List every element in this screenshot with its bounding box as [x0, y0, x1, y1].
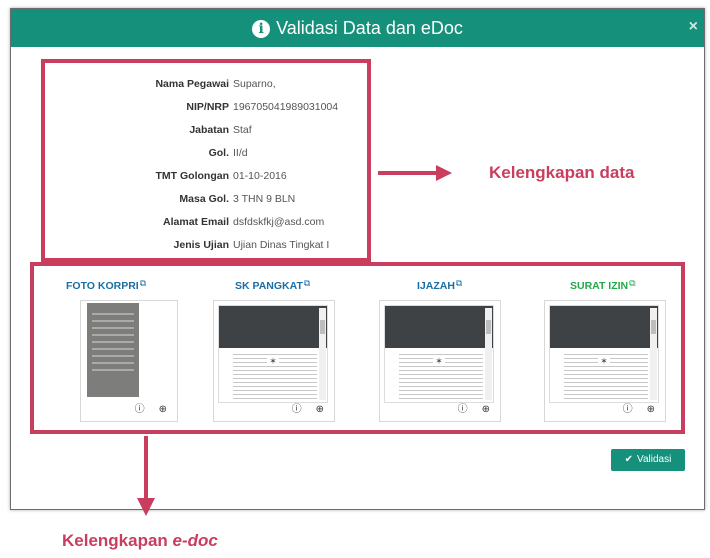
doc-actions: ⓘ ⊕: [444, 400, 490, 415]
field-value: Ujian Dinas Tingkat I: [233, 239, 330, 251]
field-value: 196705041989031004: [233, 101, 339, 113]
annotation-kelengkapan-data: Kelengkapan data: [489, 163, 635, 182]
field-label: Alamat Email: [163, 216, 229, 228]
doc-card-foto-korpri[interactable]: ⓘ ⊕: [80, 300, 178, 422]
field-value: 01-10-2016: [233, 170, 287, 182]
field-jenis-ujian: Jenis Ujian Ujian Dinas Tingkat I: [45, 239, 367, 255]
doc-actions: ⓘ ⊕: [121, 400, 167, 415]
doc-title-text: FOTO KORPRI: [66, 280, 139, 292]
modal-title: i Validasi Data dan eDoc: [11, 18, 704, 39]
info-icon: i: [252, 20, 271, 38]
field-value: Staf: [233, 124, 252, 136]
field-masa-gol: Masa Gol. 3 THN 9 BLN: [45, 193, 367, 209]
field-value: II/d: [233, 147, 248, 159]
annotation-edoc-prefix: Kelengkapan: [62, 531, 168, 550]
annotation-edoc-em: e-doc: [172, 531, 218, 550]
doc-title-text: SURAT IZIN: [570, 280, 629, 292]
arrow-down-head: [137, 498, 155, 516]
modal-title-text: Validasi Data dan eDoc: [276, 18, 463, 38]
annotation-kelengkapan-edoc: Kelengkapan e-doc: [62, 531, 218, 551]
emblem-icon: ✶: [598, 356, 610, 366]
employee-data-highlight: Nama Pegawai Suparno, NIP/NRP 196705041989…: [41, 59, 371, 262]
external-link-icon[interactable]: ⧉: [456, 278, 462, 288]
arrow-right: [378, 171, 438, 175]
external-link-icon[interactable]: ⧉: [140, 278, 146, 288]
scrollbar[interactable]: [485, 308, 492, 400]
info-circle-icon[interactable]: ⓘ: [292, 404, 302, 415]
field-label: Masa Gol.: [179, 193, 229, 205]
field-nip: NIP/NRP 196705041989031004: [45, 101, 367, 117]
scrollbar[interactable]: [319, 308, 326, 400]
field-tmt-golongan: TMT Golongan 01-10-2016: [45, 170, 367, 186]
pdf-preview: ✶: [218, 305, 328, 403]
doc-card-sk-pangkat[interactable]: ✶ ⓘ ⊕: [213, 300, 335, 422]
doc-title-ijazah[interactable]: IJAZAH⧉: [417, 278, 462, 292]
zoom-in-icon[interactable]: ⊕: [647, 404, 655, 415]
emblem-icon: ✶: [267, 356, 279, 366]
field-nama-pegawai: Nama Pegawai Suparno,: [45, 78, 367, 94]
photo-preview: [87, 303, 139, 397]
info-circle-icon[interactable]: ⓘ: [623, 404, 633, 415]
field-label: TMT Golongan: [155, 170, 230, 182]
check-icon: ✔: [624, 454, 634, 465]
zoom-in-icon[interactable]: ⊕: [316, 404, 324, 415]
pdf-preview: ✶: [384, 305, 494, 403]
info-circle-icon[interactable]: ⓘ: [458, 404, 468, 415]
field-gol: Gol. II/d: [45, 147, 367, 163]
doc-title-foto-korpri[interactable]: FOTO KORPRI⧉: [66, 278, 146, 292]
field-alamat-email: Alamat Email dsfdskfkj@asd.com: [45, 216, 367, 232]
zoom-in-icon[interactable]: ⊕: [159, 404, 167, 415]
field-label: Gol.: [208, 147, 229, 159]
field-value: dsfdskfkj@asd.com: [233, 216, 325, 228]
doc-title-sk-pangkat[interactable]: SK PANGKAT⧉: [235, 278, 310, 292]
field-label: Jabatan: [189, 124, 229, 136]
doc-title-text: IJAZAH: [417, 280, 455, 292]
validasi-button[interactable]: ✔ Validasi: [611, 449, 685, 471]
external-link-icon[interactable]: ⧉: [304, 278, 310, 288]
close-icon[interactable]: ×: [689, 18, 698, 36]
field-label: Jenis Ujian: [173, 239, 229, 251]
field-value: Suparno,: [233, 78, 276, 90]
doc-title-text: SK PANGKAT: [235, 280, 303, 292]
doc-card-surat-izin[interactable]: ✶ ⓘ ⊕: [544, 300, 666, 422]
arrow-right-head: [436, 165, 452, 181]
zoom-in-icon[interactable]: ⊕: [482, 404, 490, 415]
doc-actions: ⓘ ⊕: [278, 400, 324, 415]
validasi-label: Validasi: [637, 454, 672, 465]
info-circle-icon[interactable]: ⓘ: [135, 404, 145, 415]
pdf-preview: ✶: [549, 305, 659, 403]
doc-actions: ⓘ ⊕: [609, 400, 655, 415]
doc-card-ijazah[interactable]: ✶ ⓘ ⊕: [379, 300, 501, 422]
external-link-icon[interactable]: ⧉: [629, 278, 635, 288]
modal-header: i Validasi Data dan eDoc ×: [11, 9, 704, 47]
arrow-down: [144, 436, 148, 500]
field-label: NIP/NRP: [186, 101, 229, 113]
scrollbar[interactable]: [650, 308, 657, 400]
field-jabatan: Jabatan Staf: [45, 124, 367, 140]
field-value: 3 THN 9 BLN: [233, 193, 296, 205]
doc-title-surat-izin[interactable]: SURAT IZIN⧉: [570, 278, 636, 292]
field-label: Nama Pegawai: [155, 78, 229, 90]
emblem-icon: ✶: [433, 356, 445, 366]
